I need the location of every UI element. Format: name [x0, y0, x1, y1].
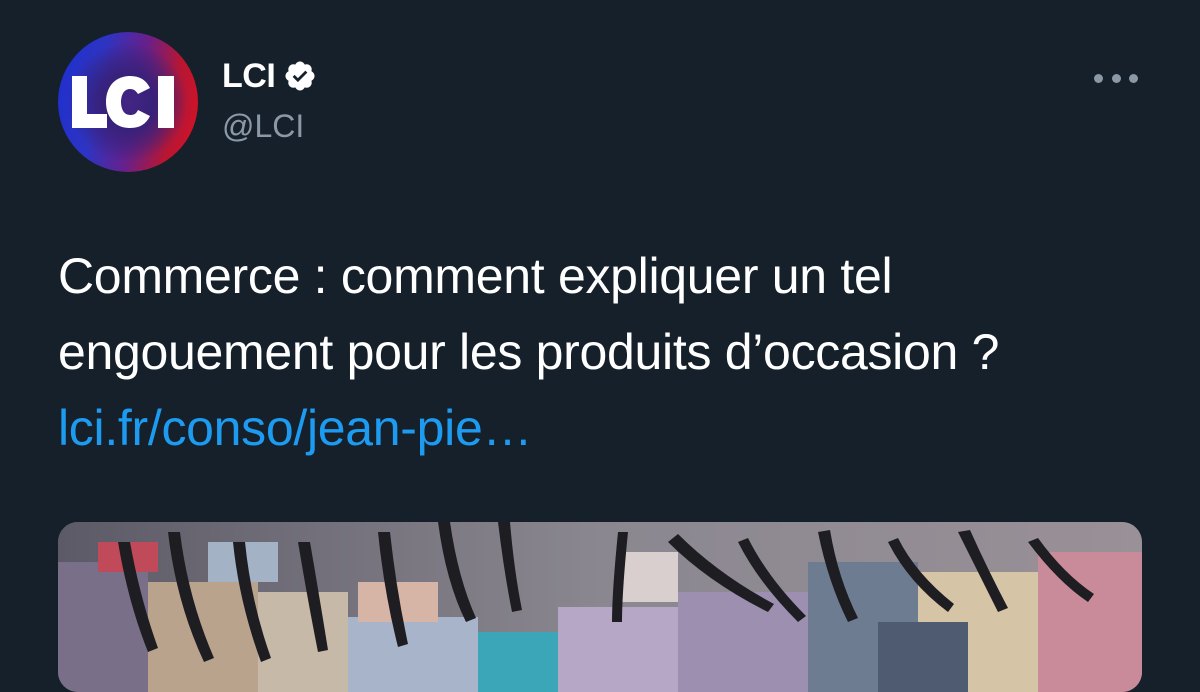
display-name[interactable]: LCI: [222, 57, 276, 96]
tweet-link[interactable]: lci.fr/conso/jean-pie…: [58, 400, 532, 456]
clothes-rack-photo: [58, 522, 1142, 692]
account-handle[interactable]: @LCI: [222, 108, 304, 145]
tweet-card: LCI @LCI Commerce : comment expliquer un…: [0, 0, 1200, 692]
verified-badge-icon: [285, 61, 315, 91]
dot: [1129, 73, 1138, 83]
dot: [1094, 73, 1103, 83]
name-row[interactable]: LCI: [222, 56, 317, 96]
tweet-text: Commerce : comment expliquer un tel engo…: [58, 238, 1148, 466]
dot: [1111, 73, 1121, 83]
tweet-media-image[interactable]: [58, 522, 1142, 692]
lci-logo: [58, 32, 198, 172]
tweet-body: Commerce : comment expliquer un tel engo…: [58, 248, 1000, 380]
more-options-icon[interactable]: [1094, 64, 1138, 92]
avatar[interactable]: [58, 32, 198, 172]
